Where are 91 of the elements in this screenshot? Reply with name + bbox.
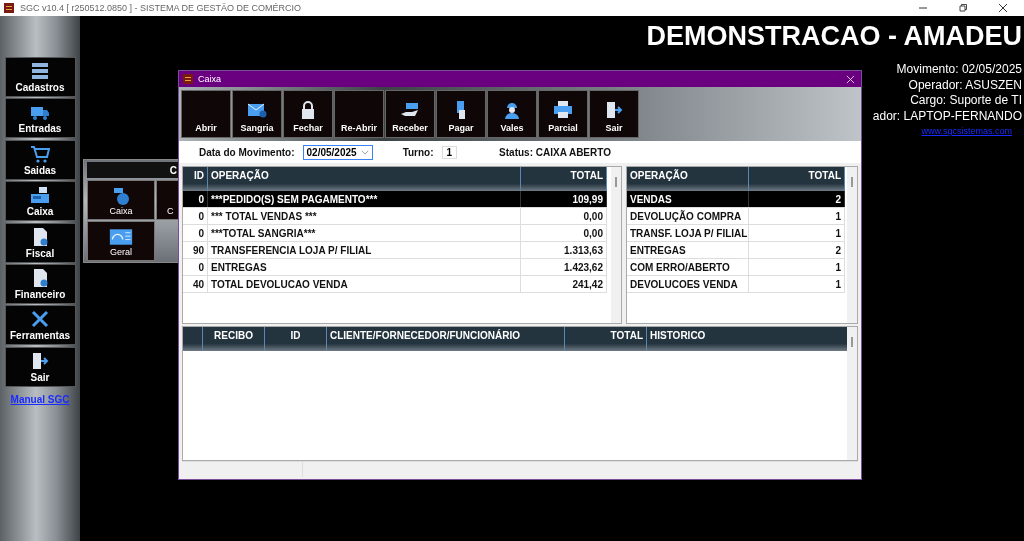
table-cell: 1 bbox=[749, 276, 845, 292]
toolbar-button[interactable]: Fechar bbox=[283, 90, 333, 138]
toolbar-button[interactable]: Sangria bbox=[232, 90, 282, 138]
menu-button[interactable]: Ferramentas bbox=[4, 305, 76, 346]
submenu-button[interactable]: Geral bbox=[87, 221, 155, 261]
table-cell: ***TOTAL SANGRIA*** bbox=[208, 225, 521, 241]
table-cell: TOTAL DEVOLUCAO VENDA bbox=[208, 276, 521, 292]
table-cell: DEVOLUCOES VENDA bbox=[627, 276, 749, 292]
table-row[interactable]: VENDAS 2 bbox=[627, 191, 845, 208]
exit-door-icon bbox=[604, 100, 624, 120]
menu-button[interactable]: Saidas bbox=[4, 139, 76, 180]
table-row[interactable]: 40 TOTAL DEVOLUCAO VENDA 241,42 bbox=[183, 276, 607, 293]
status-text: Status: CAIXA ABERTO bbox=[499, 146, 611, 158]
toolbar-button[interactable]: Re-Abrir bbox=[334, 90, 384, 138]
table-cell: 0 bbox=[183, 225, 208, 241]
menu-button[interactable]: Fiscal bbox=[4, 222, 76, 263]
table-cell: ***PEDIDO(S) SEM PAGAMENTO*** bbox=[208, 191, 521, 207]
table-cell: 1 bbox=[749, 208, 845, 224]
submenu-button[interactable]: Caixa bbox=[87, 180, 155, 220]
company-title: DEMONSTRACAO - AMADEU bbox=[645, 20, 1023, 52]
table-row[interactable]: 0 *** TOTAL VENDAS *** 0,00 bbox=[183, 208, 607, 225]
menu-button[interactable]: Sair bbox=[4, 346, 76, 387]
table-row[interactable]: 0 ***TOTAL SANGRIA*** 0,00 bbox=[183, 225, 607, 242]
field-label: Turno: bbox=[402, 146, 434, 158]
table-cell: 0,00 bbox=[521, 225, 607, 241]
table-cell: 0 bbox=[183, 191, 208, 207]
table-cell: 241,42 bbox=[521, 276, 607, 292]
date-field[interactable]: 02/05/2025 bbox=[302, 144, 373, 160]
info-text: Movimento: 02/05/2025 bbox=[896, 62, 1022, 78]
column-header: TOTAL bbox=[565, 327, 647, 351]
table-cell: 90 bbox=[183, 242, 208, 258]
table-row[interactable]: COM ERRO/ABERTO 1 bbox=[627, 259, 845, 276]
table-row[interactable]: DEVOLUCOES VENDA 1 bbox=[627, 276, 845, 293]
toolbar-button[interactable]: Pagar bbox=[436, 90, 486, 138]
column-header: ID bbox=[265, 327, 327, 351]
table-cell: 1 bbox=[749, 225, 845, 241]
field-label: Data do Movimento: bbox=[199, 146, 295, 158]
menu-button[interactable]: Entradas bbox=[4, 98, 76, 139]
restore-icon[interactable] bbox=[958, 3, 968, 13]
table-cell: DEVOLUÇÃO COMPRA bbox=[627, 208, 749, 224]
app-icon bbox=[4, 3, 14, 13]
table-row[interactable]: ENTREGAS 2 bbox=[627, 242, 845, 259]
table-cell: 1.313,63 bbox=[521, 242, 607, 258]
info-text: Cargo: Suporte de TI bbox=[910, 93, 1022, 109]
table-cell: TRANSFERENCIA LOJA P/ FILIAL bbox=[208, 242, 521, 258]
table-row[interactable]: 0 ENTREGAS 1.423,62 bbox=[183, 259, 607, 276]
table-cell: VENDAS bbox=[627, 191, 749, 207]
table-cell: 2 bbox=[749, 242, 845, 258]
table-row[interactable]: 0 ***PEDIDO(S) SEM PAGAMENTO*** 109,99 bbox=[183, 191, 607, 208]
cart-icon bbox=[30, 143, 50, 164]
worker-icon bbox=[502, 100, 522, 120]
table-cell: 0,00 bbox=[521, 208, 607, 224]
column-header: HISTORICO bbox=[649, 329, 707, 343]
table-row[interactable]: TRANSF. LOJA P/ FILIAL 1 bbox=[627, 225, 845, 242]
window-title: SGC v10.4 [ r250512.0850 ] - SISTEMA DE GESTÃO DE COMÉRCIO bbox=[20, 3, 302, 13]
table-cell: 1 bbox=[749, 259, 845, 275]
exit-door-icon bbox=[30, 350, 50, 371]
table-cell: 109,99 bbox=[521, 191, 607, 207]
gauge-icon bbox=[109, 227, 133, 247]
table-cell: 1.423,62 bbox=[521, 259, 607, 275]
menu-button[interactable]: Cadastros bbox=[4, 57, 76, 97]
panel-title: C bbox=[169, 164, 177, 176]
cash-register-icon bbox=[30, 185, 50, 206]
table-cell: TRANSF. LOJA P/ FILIAL bbox=[627, 225, 749, 241]
printer-icon bbox=[553, 100, 573, 120]
table-cell: 2 bbox=[749, 191, 845, 207]
info-text: ador: LAPTOP-FERNANDO bbox=[872, 108, 1022, 124]
table-cell: ENTREGAS bbox=[627, 242, 749, 258]
table-row[interactable]: 90 TRANSFERENCIA LOJA P/ FILIAL 1.313,63 bbox=[183, 242, 607, 259]
toolbar-button[interactable]: Parcial bbox=[538, 90, 588, 138]
shift-field[interactable]: 1 bbox=[441, 145, 458, 159]
info-text: Operador: ASUSZEN bbox=[908, 77, 1022, 93]
close-icon[interactable] bbox=[998, 3, 1008, 13]
column-header: RECIBO bbox=[203, 327, 265, 351]
table-cell: COM ERRO/ABERTO bbox=[627, 259, 749, 275]
table-cell: 0 bbox=[183, 259, 208, 275]
toolbar-button[interactable]: Sair bbox=[589, 90, 639, 138]
toolbar-button[interactable]: Vales bbox=[487, 90, 537, 138]
table-cell: ENTREGAS bbox=[208, 259, 521, 275]
table-cell: 0 bbox=[183, 208, 208, 224]
table-cell: 40 bbox=[183, 276, 208, 292]
toolbar-button[interactable]: Receber bbox=[385, 90, 435, 138]
app-icon bbox=[183, 74, 193, 84]
table-cell: *** TOTAL VENDAS *** bbox=[208, 208, 521, 224]
dialog-title: Caixa bbox=[198, 74, 221, 84]
menu-button[interactable]: Financeiro bbox=[4, 263, 76, 304]
table-row[interactable]: DEVOLUÇÃO COMPRA 1 bbox=[627, 208, 845, 225]
list-icon bbox=[30, 61, 50, 81]
toolbar-button[interactable]: Abrir bbox=[181, 90, 231, 138]
column-header: CLIENTE/FORNECEDOR/FUNCIONÁRIO bbox=[327, 327, 565, 351]
menu-button[interactable]: Caixa bbox=[4, 181, 76, 222]
